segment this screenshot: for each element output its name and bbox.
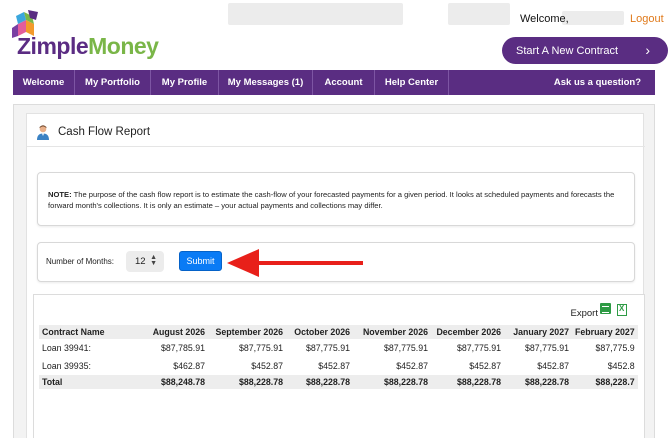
nav-ask-question[interactable]: Ask us a question? (554, 70, 655, 95)
table-cell: $87,775.91 (456, 343, 501, 353)
cash-flow-table: Contract Name August 2026 September 2026… (39, 325, 638, 389)
table-row: Loan 39941: $87,785.91 $87,775.91 $87,77… (39, 339, 638, 357)
column-header: December 2026 (431, 325, 504, 339)
column-header: January 2027 (504, 325, 572, 339)
export-label: Export (570, 308, 598, 319)
table-cell: $87,775.9 (595, 343, 635, 353)
table-cell: $452.87 (251, 361, 283, 371)
chevron-right-icon: › (645, 42, 650, 58)
table-cell: $88,228.78 (208, 375, 286, 389)
nav-account[interactable]: Account (313, 70, 375, 95)
table-cell: $452.87 (396, 361, 428, 371)
brand-wordmark: ZimpleMoney (17, 33, 159, 60)
redacted-username (562, 11, 624, 25)
content-panel: Cash Flow Report NOTE: The purpose of th… (13, 104, 655, 438)
report-title-row: Cash Flow Report (35, 122, 150, 142)
page-title: Cash Flow Report (58, 126, 151, 138)
note-box: NOTE: The purpose of the cash flow repor… (37, 172, 635, 226)
report-card: Cash Flow Report NOTE: The purpose of th… (26, 113, 645, 438)
table-header-row: Contract Name August 2026 September 2026… (39, 325, 638, 339)
submit-button[interactable]: Submit (179, 251, 222, 271)
table-cell: Loan 39935: (42, 361, 91, 371)
nav-my-portfolio[interactable]: My Portfolio (75, 70, 151, 95)
page: ZimpleMoney Welcome, Logout Start A New … (0, 0, 670, 438)
note-label: NOTE: (48, 190, 72, 199)
red-arrow-annotation-icon (227, 249, 363, 277)
cash-flow-table-area: Export Contract Name August 2026 Septemb… (33, 294, 645, 438)
column-header: February 2027 (572, 325, 638, 339)
nav-my-messages[interactable]: My Messages (1) (219, 70, 313, 95)
nav-my-profile[interactable]: My Profile (151, 70, 219, 95)
table-cell: Loan 39941: (42, 343, 91, 353)
welcome-text: Welcome, (520, 13, 569, 25)
start-new-contract-button[interactable]: Start A New Contract › (502, 37, 668, 64)
months-selected-value: 12 (135, 256, 146, 267)
table-row: Loan 39935: $462.87 $452.87 $452.87 $452… (39, 357, 638, 375)
months-select[interactable]: 12 ▲ ▼ (126, 251, 164, 272)
table-cell: Total (39, 375, 146, 389)
main-nav: Welcome My Portfolio My Profile My Messa… (13, 70, 655, 95)
column-header: Contract Name (39, 325, 146, 339)
table-cell: $452.8 (607, 361, 635, 371)
table-cell: $88,228.78 (431, 375, 504, 389)
table-cell: $88,228.78 (286, 375, 353, 389)
logout-link[interactable]: Logout (630, 13, 664, 25)
redacted-block (448, 3, 510, 25)
column-header: September 2026 (208, 325, 286, 339)
divider (27, 146, 645, 147)
table-cell: $87,775.91 (383, 343, 428, 353)
start-new-contract-label: Start A New Contract (516, 44, 619, 57)
export-excel-icon[interactable] (617, 304, 627, 316)
export-csv-icon[interactable] (600, 303, 611, 314)
table-cell: $87,775.91 (524, 343, 569, 353)
months-label: Number of Months: (46, 257, 115, 266)
total-row: Total $88,248.78 $88,228.78 $88,228.78 $… (39, 375, 638, 389)
column-header: August 2026 (146, 325, 208, 339)
table-cell: $88,228.7 (572, 375, 638, 389)
table-cell: $88,228.78 (353, 375, 431, 389)
nav-help-center[interactable]: Help Center (375, 70, 449, 95)
table-cell: $88,248.78 (146, 375, 208, 389)
header: ZimpleMoney Welcome, Logout Start A New … (0, 0, 670, 68)
table-cell: $87,775.91 (305, 343, 350, 353)
table-cell: $87,785.91 (160, 343, 205, 353)
table-cell: $462.87 (173, 361, 205, 371)
table-cell: $452.87 (469, 361, 501, 371)
column-header: November 2026 (353, 325, 431, 339)
brand-second: Money (88, 33, 159, 59)
column-header: October 2026 (286, 325, 353, 339)
nav-welcome[interactable]: Welcome (13, 70, 75, 95)
updown-chevron-icon: ▲ ▼ (150, 254, 157, 267)
table-cell: $87,775.91 (238, 343, 283, 353)
table-cell: $88,228.78 (504, 375, 572, 389)
redacted-block (228, 3, 403, 25)
person-icon (37, 125, 49, 140)
brand-first: Zimple (17, 33, 89, 59)
table-cell: $452.87 (537, 361, 569, 371)
table-cell: $452.87 (318, 361, 350, 371)
note-text: The purpose of the cash flow report is t… (48, 190, 615, 210)
